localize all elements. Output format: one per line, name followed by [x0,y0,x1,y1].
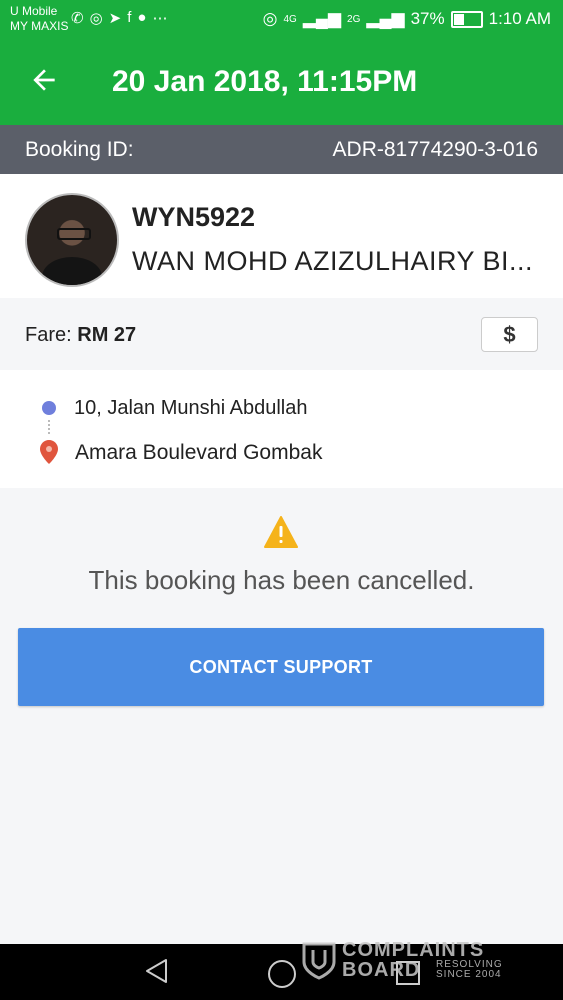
back-arrow-icon[interactable] [28,64,60,96]
fare-label: Fare: [25,324,72,346]
fare-text: Fare: RM 27 [25,324,136,347]
hotspot-icon: ◎ [89,10,103,27]
fare-row: Fare: RM 27 $ [0,298,563,370]
payment-method-button[interactable]: $ [481,317,538,352]
watermark-tagline: RESOLVING SINCE 2004 [436,960,503,980]
watermark: COMPLAINTS BOARD RESOLVING SINCE 2004 [302,940,516,982]
hotspot-status-icon: ◎ [262,9,278,28]
clock: 1:10 AM [488,9,551,28]
message-icon: ● [137,9,147,26]
cancellation-message: This booking has been cancelled. [88,565,475,595]
dropoff-pin-icon [40,440,58,464]
carrier-line-2: MY MAXIS [10,19,69,33]
app-bar: 20 Jan 2018, 11:15PM [0,38,563,125]
status-right: ◎ 4G ▂▄▆ 2G ▂▄▆ 37% 1:10 AM [263,9,551,29]
booking-id-bar: Booking ID: ADR-81774290-3-016 [0,125,563,174]
network-4g: 4G [283,13,297,25]
battery-icon [450,10,483,28]
carrier-line-1: U Mobile [10,4,58,18]
whatsapp-icon: ✆ [71,10,84,27]
more-icon: ⋯ [152,10,168,27]
vehicle-plate: WYN5922 [132,202,256,232]
pickup-dot-icon [42,401,56,415]
booking-id-label: Booking ID: [25,138,134,161]
fare-amount: RM 27 [77,324,137,346]
battery-percent: 37% [410,9,445,28]
shield-logo-icon [302,942,336,980]
dollar-icon: $ [503,321,516,347]
pickup-address: 10, Jalan Munshi Abdullah [74,397,308,419]
booking-id-value: ADR-81774290-3-016 [332,138,538,161]
status-bar: U Mobile MY MAXIS ✆ ◎ ➤ f ● ⋯ ◎ 4G ▂▄▆ 2… [0,0,563,38]
driver-name: WAN MOHD AZIZULHAIRY BI... [132,246,534,276]
nav-home-icon[interactable] [268,960,296,988]
facebook-icon: f [127,9,132,26]
warning-icon [264,516,298,548]
notification-icons: ✆ ◎ ➤ f ● ⋯ [71,9,167,27]
telegram-icon: ➤ [108,10,122,27]
dropoff-address: Amara Boulevard Gombak [75,441,323,464]
carrier-info: U Mobile MY MAXIS [10,4,68,34]
route-connector [48,420,52,434]
signal-icon-2: ▂▄▆ [366,9,405,28]
driver-card: WYN5922 WAN MOHD AZIZULHAIRY BI... [0,174,563,298]
route-card: 10, Jalan Munshi Abdullah Amara Boulevar… [0,370,563,488]
nav-back-icon[interactable] [144,958,168,984]
network-2g: 2G [347,13,361,25]
driver-avatar [25,193,119,287]
signal-icon: ▂▄▆ [302,9,342,28]
page-title: 20 Jan 2018, 11:15PM [112,65,418,98]
watermark-line-1: COMPLAINTS [342,939,485,961]
contact-support-button[interactable]: CONTACT SUPPORT [18,628,544,706]
watermark-line-4: SINCE 2004 [436,969,502,980]
